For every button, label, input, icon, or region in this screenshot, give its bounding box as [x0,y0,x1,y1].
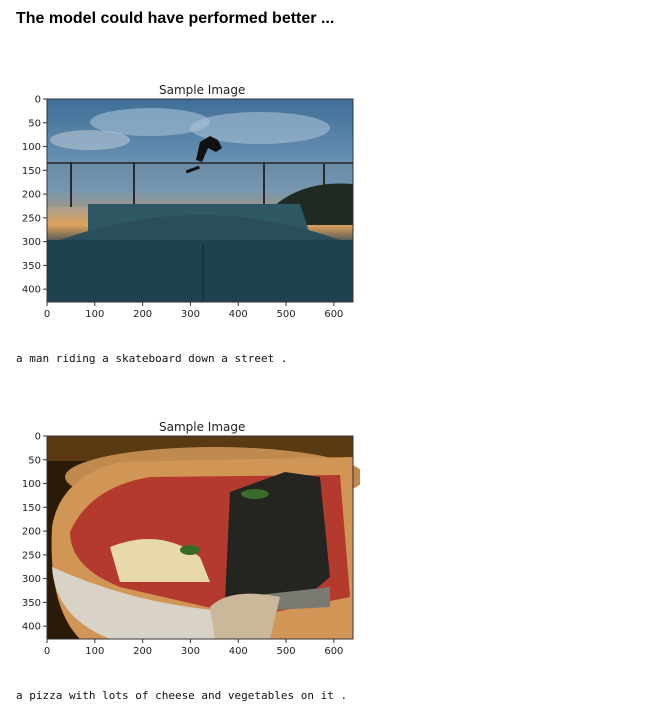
skatepark-photo [47,99,353,302]
y-tick-label: 150 [22,166,41,177]
y-tick-label: 100 [22,142,41,153]
x-tick-label: 0 [44,309,50,320]
sample-figure-2: Sample Image 0 100 200 300 400 500 600 0 50 100 15… [0,417,360,657]
y-tick-label: 200 [22,527,41,538]
y-tick-label: 150 [22,503,41,514]
x-tick-label: 600 [324,646,343,657]
x-tick-label: 200 [133,309,152,320]
y-tick-label: 300 [22,574,41,585]
y-tick-label: 250 [22,213,41,224]
y-tick-label: 50 [28,455,41,466]
y-tick-label: 0 [35,95,41,106]
x-tick-label: 300 [181,646,200,657]
x-tick-label: 400 [229,309,248,320]
y-tick-label: 300 [22,237,41,248]
x-tick-label: 400 [229,646,248,657]
x-tick-label: 500 [277,646,296,657]
x-tick-label: 500 [277,309,296,320]
y-tick-label: 400 [22,622,41,633]
x-tick-label: 300 [181,309,200,320]
y-tick-label: 250 [22,550,41,561]
x-tick-label: 100 [85,646,104,657]
y-tick-label: 350 [22,598,41,609]
sample-figure-1: Sample Image 0 100 200 300 400 500 600 0… [0,80,360,320]
x-tick-label: 200 [133,646,152,657]
y-tick-label: 0 [35,432,41,443]
figure-plot: 0 100 200 300 400 500 600 0 50 100 150 200 250 300 350… [22,432,360,657]
figure-plot: 0 100 200 300 400 500 600 0 50 100 150 200 250 300 350… [22,95,354,320]
pizza-photo [47,436,360,639]
y-tick-label: 400 [22,285,41,296]
y-tick-label: 100 [22,479,41,490]
page-heading: The model could have performed better ..… [16,10,335,27]
y-tick-label: 200 [22,190,41,201]
caption-1: a man riding a skateboard down a street … [16,352,288,365]
x-tick-label: 600 [324,309,343,320]
y-tick-label: 50 [28,118,41,129]
caption-2: a pizza with lots of cheese and vegetabl… [16,689,348,702]
x-tick-label: 100 [85,309,104,320]
y-tick-label: 350 [22,261,41,272]
x-tick-label: 0 [44,646,50,657]
